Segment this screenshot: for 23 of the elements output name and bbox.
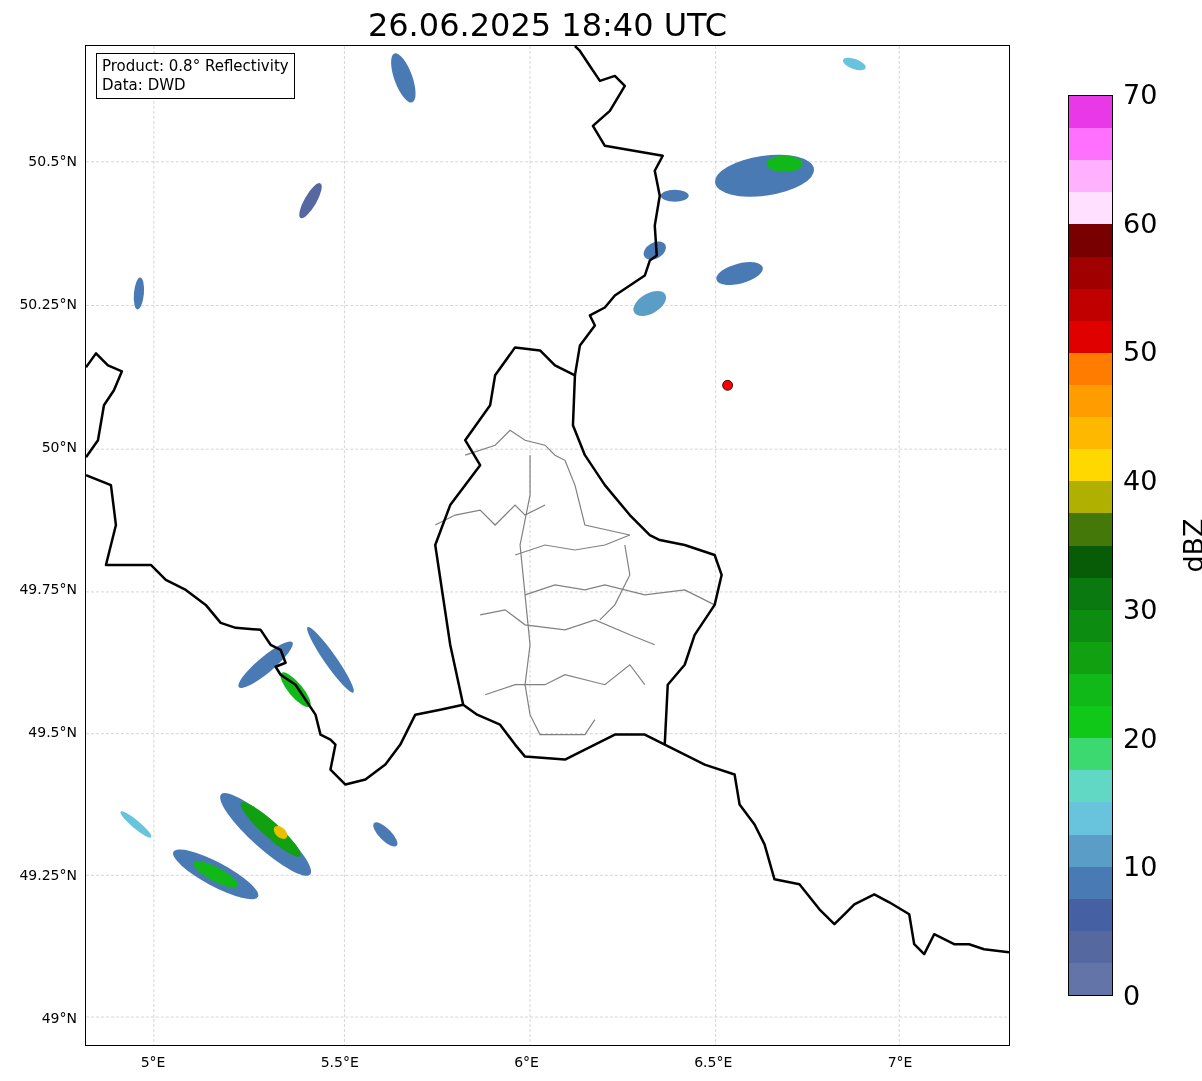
- axis-tick-label: 50.25°N: [19, 295, 77, 312]
- axis-tick-label: 5°E: [140, 1054, 166, 1070]
- chart-title: 26.06.2025 18:40 UTC: [366, 5, 729, 45]
- axis-tick-label: 6.5°E: [694, 1054, 733, 1070]
- colorbar-tick-label: 70: [1123, 80, 1158, 110]
- colorbar-tick-label: 10: [1123, 852, 1158, 883]
- axis-tick-label: 50.5°N: [28, 153, 77, 169]
- axis-tick-label: 6°E: [514, 1054, 539, 1070]
- axis-tick-label: 49°N: [41, 1009, 77, 1026]
- colorbar-tick-label: 60: [1123, 208, 1158, 239]
- colorbar-tick-label: 40: [1123, 466, 1158, 497]
- axis-tick-label: 7°E: [887, 1054, 913, 1070]
- colorbar-tick-label: 30: [1123, 594, 1158, 625]
- axis-tick-label: 50°N: [41, 438, 77, 455]
- axis-tick-label: 49.5°N: [28, 724, 77, 741]
- axis-tick-label: 49.75°N: [19, 581, 77, 598]
- axis-tick-label: 5.5°E: [320, 1054, 359, 1070]
- axis-tick-label: 49.25°N: [19, 867, 77, 884]
- colorbar-tick-label: 20: [1123, 723, 1158, 754]
- legend-text: Data: DWD: [102, 76, 187, 95]
- colorbar-tick-label: 50: [1123, 337, 1158, 368]
- legend-text: Product: 0.8° Reflectivity: [102, 57, 289, 76]
- colorbar-tick-label: 0: [1123, 981, 1141, 1011]
